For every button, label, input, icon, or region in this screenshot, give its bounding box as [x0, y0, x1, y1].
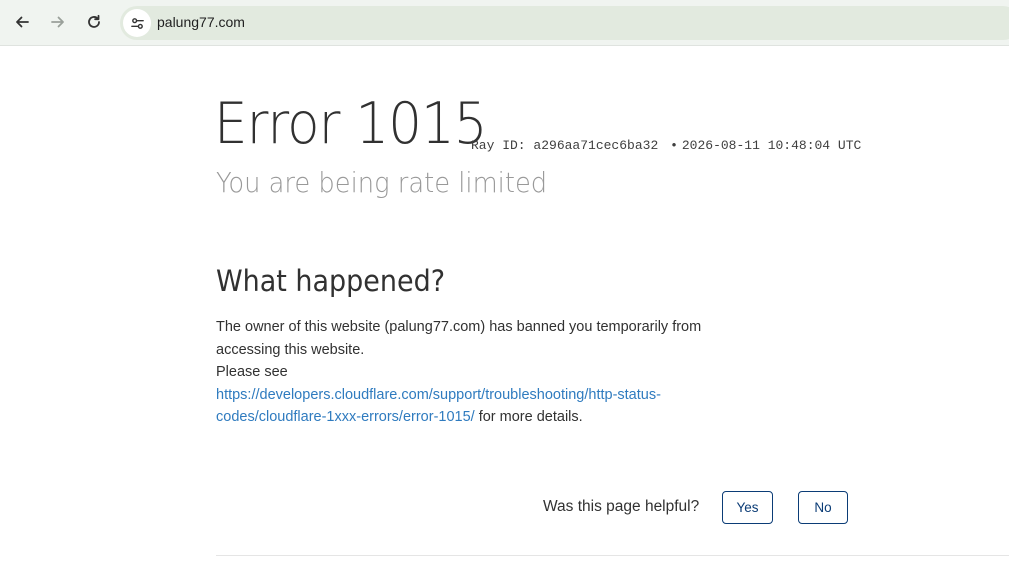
ray-info: Ray ID: a296aa71cec6ba32 • 2026-08-11 10:…	[471, 138, 861, 153]
error-subtitle: You are being rate limited	[216, 166, 548, 199]
reload-button[interactable]	[79, 7, 109, 37]
feedback-question: Was this page helpful?	[543, 498, 700, 515]
details-suffix: for more details.	[474, 409, 583, 425]
site-info-button[interactable]	[123, 9, 151, 37]
error-title: Error 1015	[214, 91, 488, 157]
ban-message: The owner of this website (palung77.com)…	[216, 319, 702, 358]
what-happened-heading: What happened?	[216, 264, 446, 298]
ray-label: Ray ID:	[471, 138, 526, 153]
details-paragraph: https://developers.cloudflare.com/suppor…	[216, 384, 706, 429]
address-bar[interactable]: palung77.com	[120, 6, 1009, 40]
reload-icon	[88, 14, 100, 28]
footer-divider	[216, 555, 1009, 556]
docs-link[interactable]: https://developers.cloudflare.com/suppor…	[216, 387, 661, 426]
explanation: The owner of this website (palung77.com)…	[216, 316, 706, 429]
separator: •	[670, 138, 678, 153]
browser-toolbar: palung77.com	[0, 0, 1009, 46]
timestamp: 2026-08-11 10:48:04 UTC	[681, 138, 862, 153]
error-page: Error 1015 Ray ID: a296aa71cec6ba32 • 202…	[214, 46, 1009, 564]
feedback-section: Was this page helpful? Yes No	[543, 491, 883, 525]
yes-button[interactable]: Yes	[722, 491, 773, 524]
arrow-right-icon	[51, 16, 64, 28]
back-button[interactable]	[7, 7, 37, 37]
tune-icon	[130, 17, 144, 29]
see-text: Please see	[216, 364, 288, 380]
ray-id: a296aa71cec6ba32	[533, 138, 659, 153]
forward-button[interactable]	[43, 7, 73, 37]
no-button[interactable]: No	[798, 491, 848, 524]
arrow-left-icon	[16, 16, 29, 28]
url-text[interactable]: palung77.com	[157, 14, 245, 30]
